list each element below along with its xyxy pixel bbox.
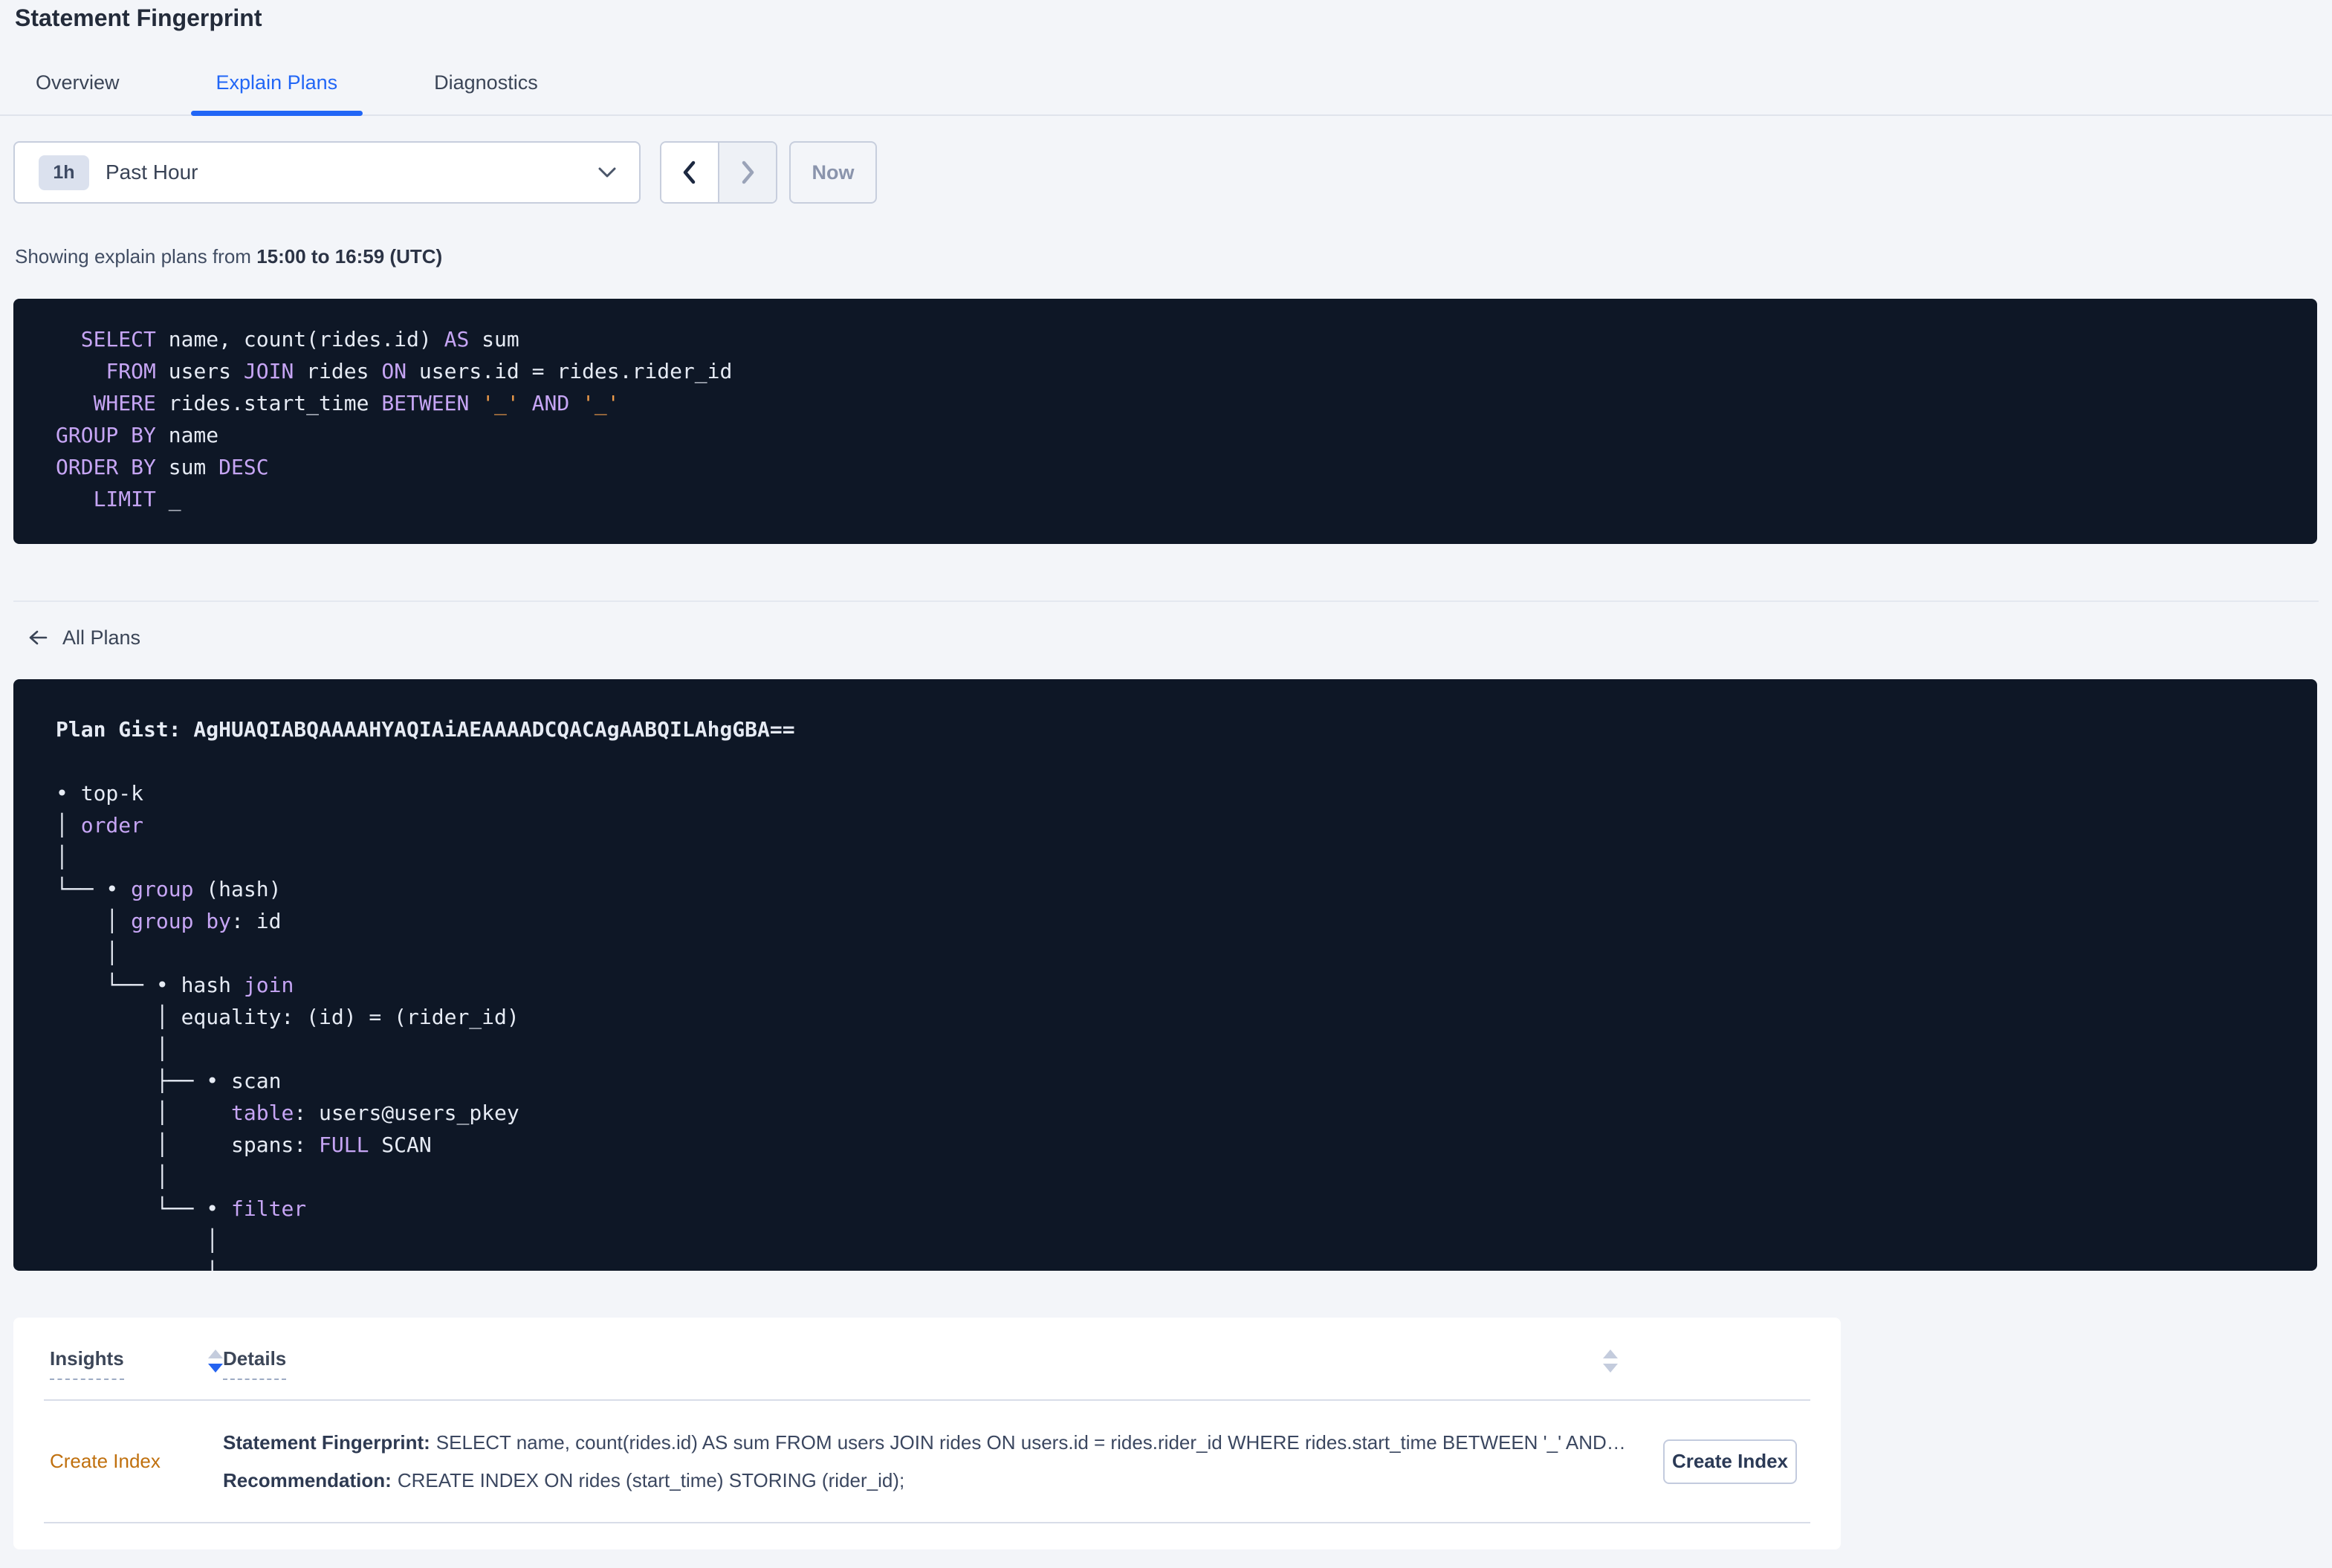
insight-details-cell: Statement Fingerprint: SELECT name, count… [223, 1431, 1630, 1491]
tab-bar: Overview Explain Plans Diagnostics [0, 71, 2332, 116]
recommendation-text: CREATE INDEX ON rides (start_time) STORI… [397, 1469, 905, 1491]
sort-desc-icon [1603, 1363, 1618, 1373]
all-plans-label: All Plans [62, 626, 141, 649]
sort-icons [1603, 1349, 1618, 1379]
insights-table-header: Insights Details [13, 1318, 1841, 1380]
page: Statement Fingerprint Overview Explain P… [0, 3, 2332, 1549]
sort-asc-icon [1603, 1349, 1618, 1358]
insights-column-label[interactable]: Insights [50, 1347, 124, 1380]
column-header-details[interactable]: Details [223, 1347, 1618, 1380]
plan-code: Plan Gist: AgHUAQIABQAAAAHYAQIAiAEAAAADC… [56, 717, 795, 1271]
create-index-link[interactable]: Create Index [50, 1450, 161, 1472]
all-plans-back-link[interactable]: All Plans [27, 626, 140, 649]
chevron-left-icon [680, 158, 699, 187]
insights-table: Insights Details Create Index Statement … [13, 1318, 1841, 1549]
now-button[interactable]: Now [789, 141, 877, 204]
section-divider [13, 600, 2319, 602]
tab-explain-plans[interactable]: Explain Plans [190, 71, 363, 116]
arrow-left-icon [27, 628, 49, 647]
previous-time-window-button[interactable] [661, 143, 719, 202]
sort-asc-icon [208, 1349, 223, 1358]
row-divider [44, 1522, 1810, 1523]
sort-desc-icon [208, 1363, 223, 1373]
plan-gist-box: Plan Gist: AgHUAQIABQAAAAHYAQIAiAEAAAADC… [13, 679, 2317, 1271]
chevron-down-icon [597, 166, 617, 178]
sql-code: SELECT name, count(rides.id) AS sum FROM… [56, 327, 733, 511]
column-header-insights[interactable]: Insights [50, 1347, 223, 1380]
time-window-nav [660, 141, 777, 204]
page-title: Statement Fingerprint [15, 4, 262, 31]
time-range-summary: Showing explain plans from 15:00 to 16:5… [15, 245, 2332, 268]
time-range-select[interactable]: 1h Past Hour [13, 141, 641, 204]
create-index-button[interactable]: Create Index [1663, 1439, 1797, 1484]
statement-fingerprint-line: Statement Fingerprint: SELECT name, count… [223, 1431, 1630, 1454]
summary-prefix: Showing explain plans from [15, 245, 251, 268]
recommendation-line: Recommendation: CREATE INDEX ON rides (st… [223, 1469, 1630, 1491]
next-time-window-button[interactable] [719, 143, 776, 202]
recommendation-label: Recommendation: [223, 1469, 392, 1491]
tab-overview[interactable]: Overview [36, 71, 120, 114]
table-row: Create Index Statement Fingerprint: SELEC… [13, 1401, 1841, 1522]
statement-fingerprint-label: Statement Fingerprint: [223, 1431, 430, 1454]
statement-fingerprint-text: SELECT name, count(rides.id) AS sum FROM… [435, 1431, 1630, 1454]
chevron-right-icon [738, 158, 757, 187]
details-column-label[interactable]: Details [223, 1347, 287, 1380]
summary-range: 15:00 to 16:59 (UTC) [256, 245, 443, 268]
interval-badge: 1h [39, 155, 89, 190]
sort-icons [208, 1349, 223, 1379]
time-controls: 1h Past Hour Now [13, 141, 2332, 204]
insight-type-cell: Create Index [50, 1450, 223, 1473]
sql-statement-box: SELECT name, count(rides.id) AS sum FROM… [13, 299, 2317, 544]
tab-diagnostics[interactable]: Diagnostics [434, 71, 538, 114]
time-range-label: Past Hour [106, 161, 198, 184]
